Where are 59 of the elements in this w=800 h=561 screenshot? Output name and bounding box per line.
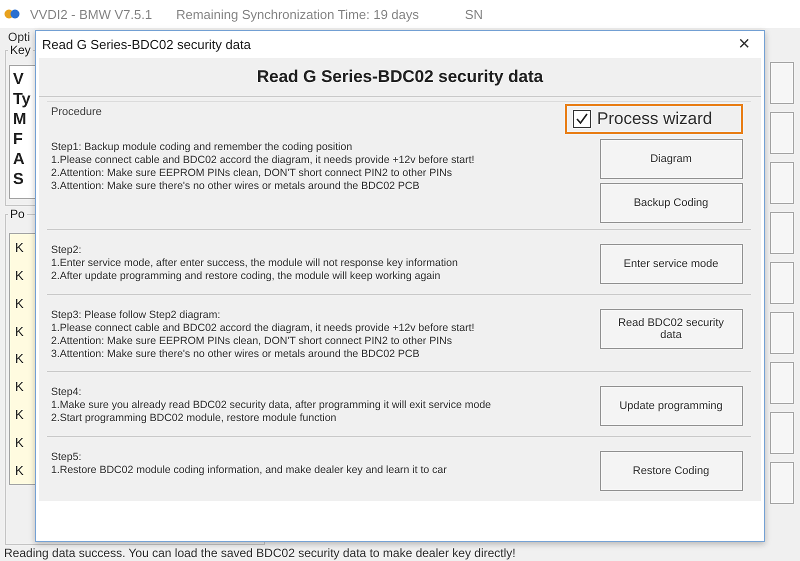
key-list-item[interactable]: K: [15, 240, 24, 256]
key-info-text: F: [13, 130, 23, 150]
step-instruction-text: 1.Enter service mode, after enter success, the module will not response key information: [51, 257, 458, 270]
step-instruction-text: 1.Make sure you already read BDC02 security data, after programming it will exit service mode: [51, 399, 492, 412]
sync-time-text: Remaining Synchronization Time: 19 days: [176, 6, 419, 22]
app-logo-icon: [4, 9, 20, 19]
step-instruction-text: Step1: Backup module coding and remember the coding position: [51, 141, 352, 154]
key-list-item[interactable]: K: [15, 379, 24, 394]
key-list-item[interactable]: K: [15, 268, 24, 284]
process-wizard-checkbox[interactable]: Process wizard: [565, 104, 743, 134]
key-info-text: Ty: [13, 90, 30, 110]
dialog-title: Read G Series-BDC02 security data: [42, 37, 251, 52]
window-title: VVDI2 - BMW V7.5.1: [30, 6, 152, 22]
dialog-heading: Read G Series-BDC02 security data: [256, 67, 544, 87]
key-list-item[interactable]: K: [15, 434, 24, 450]
step-action-button[interactable]: Restore Coding: [600, 451, 742, 491]
step-instruction-text: 1.Please connect cable and BDC02 accord the diagram, it needs provide +12v before start!: [51, 154, 474, 167]
group-label: Po: [8, 207, 27, 221]
side-button[interactable]: [770, 462, 794, 504]
serial-label: SN: [464, 6, 483, 22]
step-action-button[interactable]: Backup Coding: [600, 183, 742, 223]
key-list-item[interactable]: K: [15, 324, 24, 339]
key-info-text: M: [13, 110, 26, 130]
step-instruction-text: Step2:: [51, 244, 82, 257]
side-button[interactable]: [770, 262, 794, 304]
key-list-item[interactable]: K: [15, 462, 24, 478]
side-button[interactable]: [770, 112, 794, 154]
key-info-text: S: [13, 170, 24, 190]
step-instruction-text: Step3: Please follow Step2 diagram:: [51, 309, 220, 322]
side-button[interactable]: [770, 312, 794, 354]
step-instruction-text: 1.Restore BDC02 module coding information, and make dealer key and learn it to car: [51, 464, 447, 477]
side-button[interactable]: [770, 362, 794, 404]
group-label: Procedure: [51, 106, 102, 118]
step-action-button[interactable]: Enter service mode: [600, 244, 742, 284]
step-instruction-text: 1.Please connect cable and BDC02 accord the diagram, it needs provide +12v before start!: [51, 322, 474, 335]
key-info-text: A: [13, 150, 25, 170]
step-instruction-text: 2.After update programming and restore coding, the module will keep working again: [51, 270, 440, 283]
step-action-button[interactable]: Update programming: [600, 386, 742, 426]
step-instruction-text: Step5:: [51, 451, 82, 464]
key-list-item[interactable]: K: [15, 296, 24, 311]
menu-item[interactable]: Opti: [8, 30, 30, 44]
step-instruction-text: 2.Attention: Make sure EEPROM PINs clean, DON'T short connect PIN2 to other PINs: [51, 167, 452, 180]
step-instruction-text: 3.Attention: Make sure there's no other wires or metals around the BDC02 PCB: [51, 348, 420, 361]
side-button[interactable]: [770, 412, 794, 454]
key-list-item[interactable]: K: [15, 351, 24, 366]
step-action-button[interactable]: Read BDC02 security data: [600, 309, 742, 349]
step-instruction-text: 2.Attention: Make sure EEPROM PINs clean, DON'T short connect PIN2 to other PINs: [51, 335, 452, 348]
key-list-item[interactable]: K: [15, 406, 24, 422]
key-info-text: V: [13, 70, 24, 90]
status-text: Reading data success. You can load the saved BDC02 security data to make dealer key directly!: [4, 546, 516, 560]
side-button[interactable]: [770, 62, 794, 104]
side-button[interactable]: [770, 162, 794, 204]
step-instruction-text: 3.Attention: Make sure there's no other wires or metals around the BDC02 PCB: [51, 180, 420, 193]
group-label: Key: [8, 43, 33, 57]
step-action-button[interactable]: Diagram: [600, 139, 742, 179]
step-instruction-text: 2.Start programming BDC02 module, restore module function: [51, 412, 336, 425]
close-button[interactable]: ×: [734, 33, 754, 56]
side-button[interactable]: [770, 212, 794, 254]
step-instruction-text: Step4:: [51, 386, 82, 399]
